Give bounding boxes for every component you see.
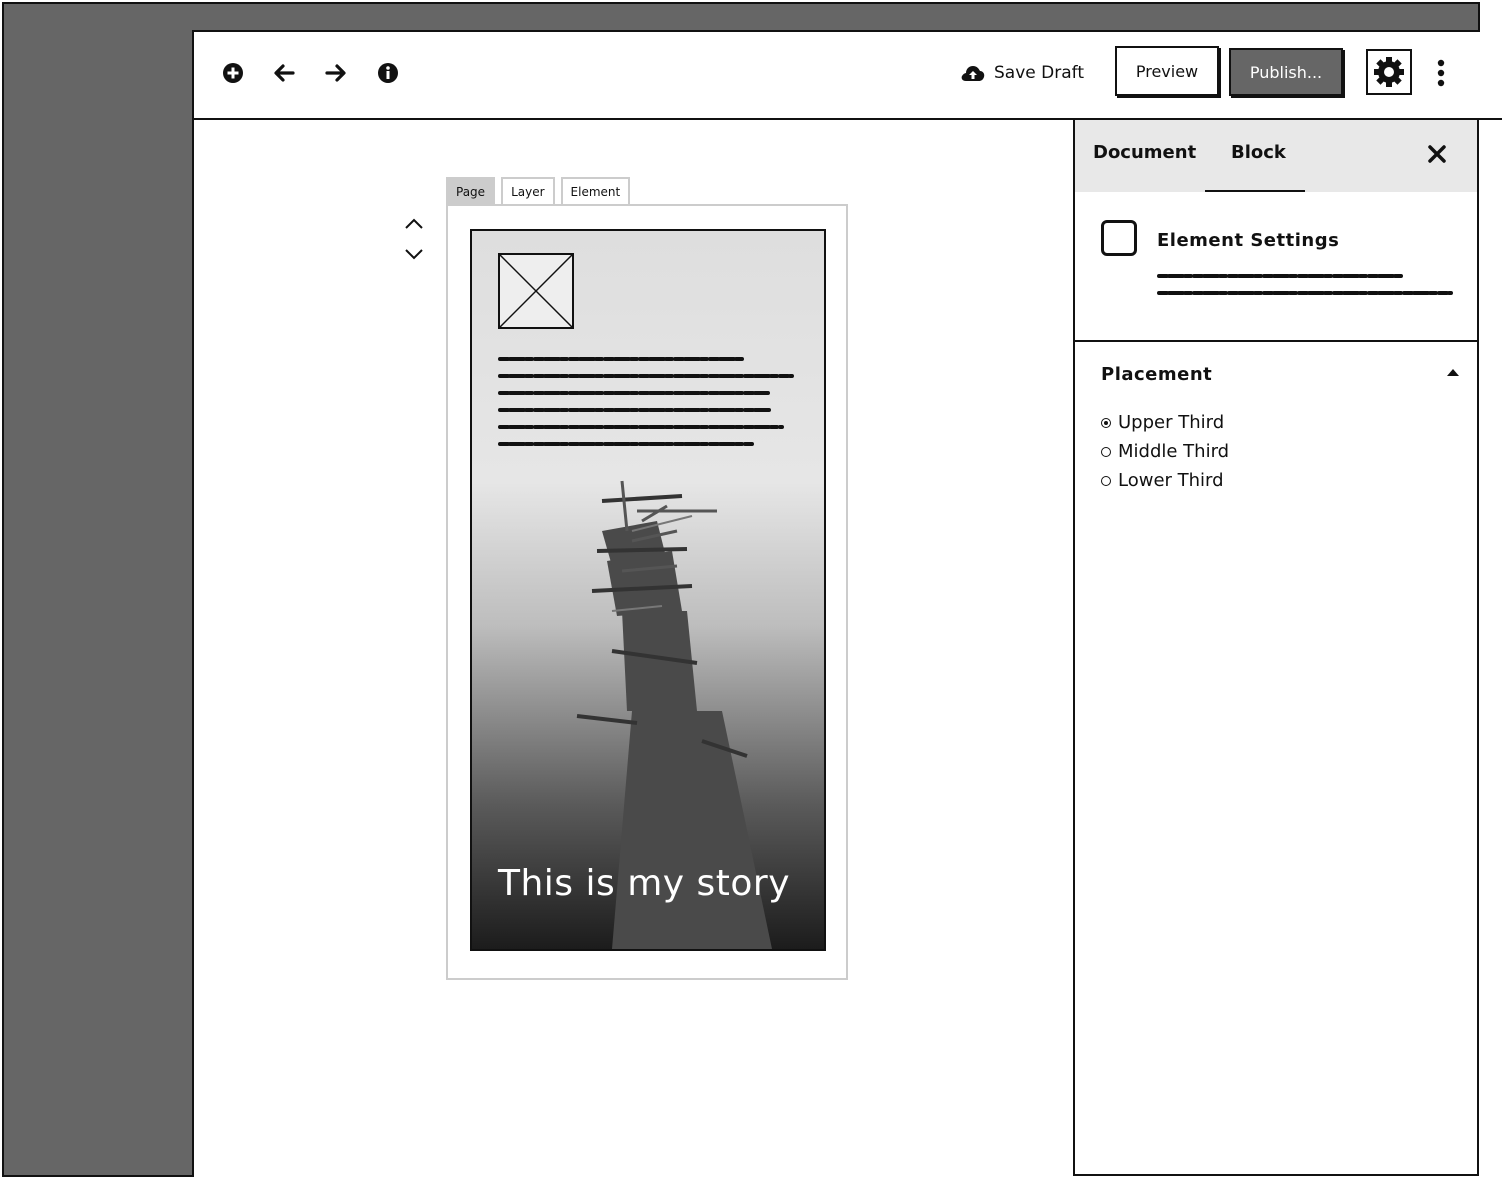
- story-page-preview[interactable]: This is my story: [470, 229, 826, 951]
- block-icon: [1101, 220, 1137, 256]
- tab-block[interactable]: Block: [1231, 142, 1286, 163]
- add-icon[interactable]: [220, 60, 246, 86]
- save-draft-label: Save Draft: [994, 63, 1084, 83]
- undo-icon[interactable]: [271, 60, 297, 86]
- panel-header: Document Block: [1075, 120, 1477, 192]
- save-draft-button[interactable]: Save Draft: [960, 60, 1084, 86]
- tab-element[interactable]: Element: [560, 177, 631, 205]
- placement-title: Placement: [1101, 364, 1213, 385]
- left-sidebar: [2, 30, 194, 1177]
- info-icon[interactable]: [375, 60, 401, 86]
- tab-document[interactable]: Document: [1093, 142, 1196, 163]
- element-settings-section: Element Settings: [1075, 192, 1477, 342]
- placement-option-upper-third[interactable]: Upper Third: [1101, 412, 1224, 433]
- more-vertical-icon[interactable]: [1431, 58, 1451, 88]
- placement-option-label: Middle Third: [1118, 441, 1230, 462]
- placement-option-lower-third[interactable]: Lower Third: [1101, 470, 1224, 491]
- image-placeholder[interactable]: [498, 253, 574, 329]
- page-stepper: [402, 214, 426, 270]
- settings-button[interactable]: [1366, 49, 1412, 95]
- pier-photo: [472, 231, 824, 949]
- radio-unselected[interactable]: [1101, 475, 1111, 486]
- chevron-up-icon[interactable]: [402, 214, 426, 234]
- publish-button[interactable]: Publish...: [1229, 48, 1343, 96]
- placement-option-label: Upper Third: [1118, 412, 1225, 433]
- element-settings-title: Element Settings: [1157, 230, 1340, 251]
- cloud-upload-icon: [961, 66, 985, 81]
- editor-tabs: Page Layer Element: [446, 177, 636, 205]
- tab-page[interactable]: Page: [446, 177, 496, 205]
- placeholder-text-block: [498, 357, 794, 446]
- placement-option-middle-third[interactable]: Middle Third: [1101, 441, 1229, 462]
- radio-selected[interactable]: [1101, 417, 1111, 428]
- radio-unselected[interactable]: [1101, 446, 1111, 457]
- close-icon[interactable]: [1425, 142, 1449, 166]
- placement-option-label: Lower Third: [1118, 470, 1224, 491]
- chevron-down-icon[interactable]: [402, 244, 426, 264]
- tab-layer[interactable]: Layer: [501, 177, 555, 205]
- caret-up-icon[interactable]: [1445, 364, 1461, 380]
- preview-button[interactable]: Preview: [1115, 46, 1219, 96]
- settings-description-placeholder: [1157, 274, 1453, 295]
- redo-icon[interactable]: [323, 60, 349, 86]
- story-title[interactable]: This is my story: [498, 863, 790, 904]
- window-title-bar: [2, 2, 1480, 32]
- gear-icon: [1374, 57, 1404, 87]
- block-settings-panel: Document Block Element Settings Placemen…: [1073, 118, 1479, 1176]
